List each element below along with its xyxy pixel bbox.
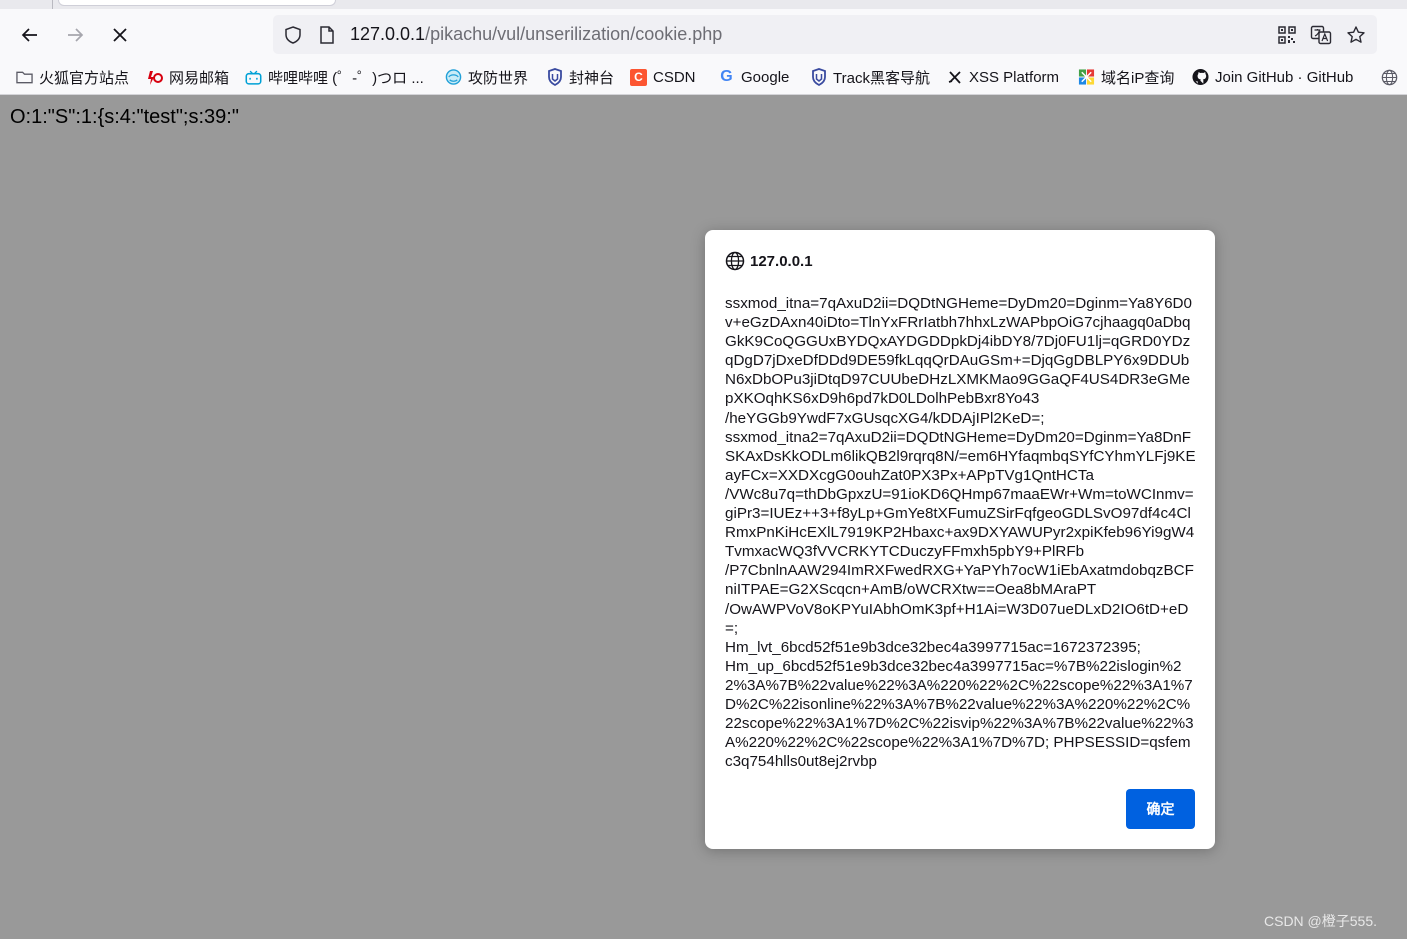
bookmark-item[interactable]: XSS Platform: [946, 61, 1059, 93]
bookmark-label: 攻防世界: [468, 69, 529, 87]
bookmark-label: XSS Platform: [969, 68, 1060, 86]
page-info-icon[interactable]: [315, 15, 339, 54]
ok-button[interactable]: 确定: [1126, 789, 1195, 829]
url-path: /pikachu/vul/unserilization/cookie.php: [425, 24, 723, 44]
globe-icon: [725, 251, 745, 271]
bookmark-item[interactable]: 火狐官方站点: [16, 61, 129, 93]
bookmark-label: 封神台: [569, 69, 615, 87]
bookmark-item[interactable]: 攻防世界: [445, 61, 528, 93]
back-button[interactable]: [12, 19, 48, 51]
netease-icon: [146, 69, 163, 86]
globe-icon: [1381, 69, 1398, 86]
bookmark-label: Join GitHub · GitHub: [1215, 68, 1354, 86]
bookmark-item[interactable]: 网易邮箱: [146, 61, 229, 93]
github-icon: [1192, 68, 1209, 86]
bookmark-item[interactable]: G Google: [718, 61, 789, 93]
folder-icon: [16, 69, 33, 86]
bilibili-icon: [245, 69, 262, 86]
bookmark-item[interactable]: 封神台: [546, 61, 614, 93]
bookmark-label: 域名iP查询: [1101, 69, 1175, 87]
tab-strip: [0, 0, 1407, 9]
bookmark-label: 火狐官方站点: [39, 69, 130, 87]
dialog-header: 127.0.0.1: [725, 250, 813, 272]
domain-icon: [1078, 69, 1095, 86]
bookmark-item[interactable]: 域名iP查询: [1078, 61, 1174, 93]
globe-icon: [445, 69, 462, 86]
back-arrow-icon: [21, 28, 37, 42]
bookmark-item[interactable]: Join GitHub · GitHub: [1192, 61, 1353, 93]
bookmarks-toolbar: 火狐官方站点 网易邮箱 哔哩哔哩 (゜-゜)つロ ... 攻防世界 封神台 C …: [0, 61, 1407, 95]
tracking-protection-shield-icon[interactable]: [281, 15, 305, 54]
bookmark-item[interactable]: Track黑客导航: [810, 61, 930, 93]
csdn-watermark: CSDN @橙子555.: [1264, 913, 1378, 929]
dialog-title: 127.0.0.1: [750, 252, 813, 270]
bookmark-star-icon[interactable]: [1344, 15, 1368, 54]
stop-loading-button[interactable]: [102, 19, 138, 51]
more-bookmarks-button[interactable]: [1381, 61, 1404, 93]
xss-icon: [946, 69, 963, 86]
bookmark-item[interactable]: C CSDN: [630, 61, 696, 93]
url-host: 127.0.0.1: [350, 24, 426, 44]
active-tab[interactable]: [58, 0, 336, 6]
forward-arrow-icon: [68, 28, 84, 42]
dialog-message: ssxmod_itna=7qAxuD2ii=DQDtNGHeme=DyDm20=…: [725, 295, 1196, 771]
google-icon: G: [720, 68, 733, 85]
bookmark-label: Google: [741, 68, 790, 86]
url-text[interactable]: 127.0.0.1/pikachu/vul/unserilization/coo…: [350, 15, 722, 54]
alert-dialog: 127.0.0.1 ssxmod_itna=7qAxuD2ii=DQDtNGHe…: [705, 230, 1215, 849]
bookmark-label: Track黑客导航: [833, 69, 930, 87]
serialized-output-text: O:1:"S":1:{s:4:"test";s:39:": [10, 106, 239, 128]
bookmark-item[interactable]: 哔哩哔哩 (゜-゜)つロ ...: [245, 61, 424, 93]
translate-icon[interactable]: [1309, 15, 1333, 54]
csdn-icon: C: [630, 68, 647, 86]
shield-icon: [810, 68, 827, 86]
bookmark-label: 网易邮箱: [169, 69, 230, 87]
close-icon: [113, 28, 127, 42]
bookmark-label: 哔哩哔哩 (゜-゜)つロ ...: [268, 69, 424, 87]
shield-icon: [546, 68, 563, 86]
address-bar[interactable]: 127.0.0.1/pikachu/vul/unserilization/coo…: [273, 15, 1377, 54]
navigation-toolbar: 127.0.0.1/pikachu/vul/unserilization/coo…: [0, 9, 1407, 61]
bookmark-label: CSDN: [653, 68, 696, 86]
tab-separator: [52, 0, 53, 9]
forward-button[interactable]: [57, 19, 93, 51]
qr-code-icon[interactable]: [1275, 15, 1299, 54]
